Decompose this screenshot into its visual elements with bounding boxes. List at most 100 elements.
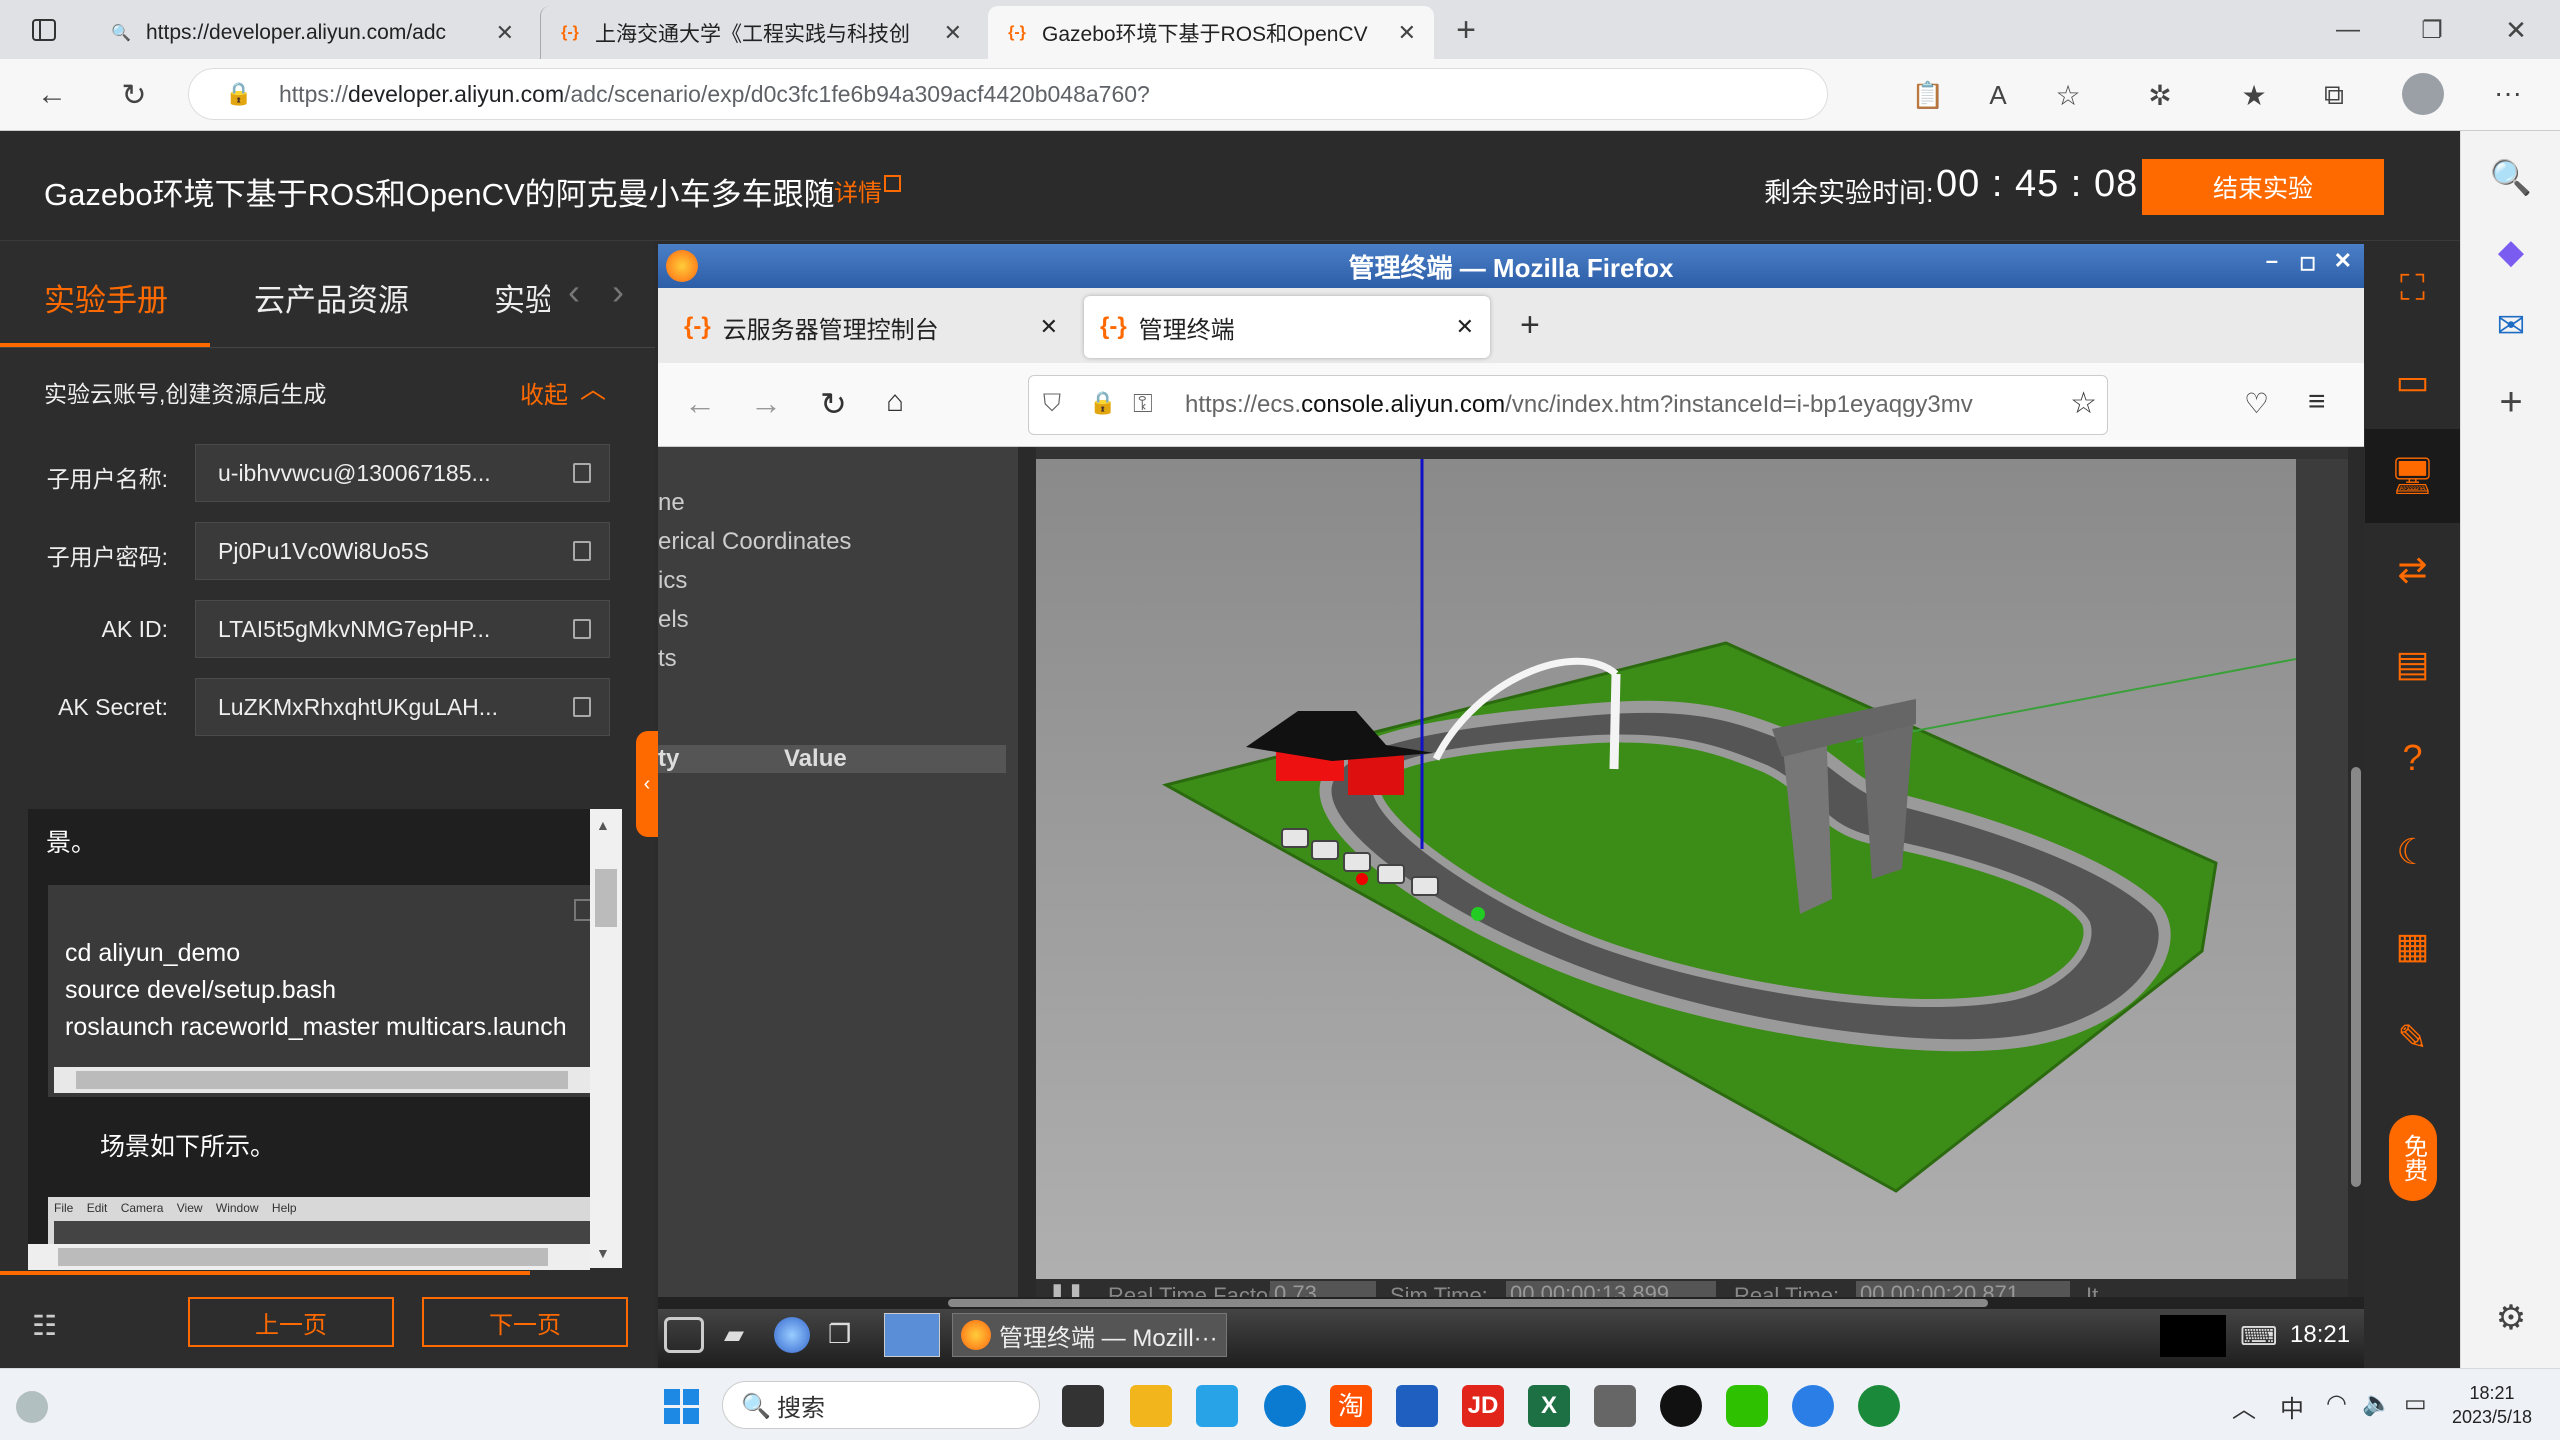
restore-window-icon[interactable]: ❐ (2408, 6, 2456, 54)
forward-arrow-icon[interactable]: → (750, 385, 782, 422)
qr-code-icon[interactable]: ▦ (2365, 899, 2460, 993)
network-icon[interactable] (774, 1317, 810, 1353)
gazebo-3d-viewport[interactable] (1036, 459, 2348, 1291)
tree-item[interactable]: ics (658, 567, 687, 595)
tree-item[interactable]: els (658, 606, 689, 634)
minimize-window-icon[interactable]: — (2324, 6, 2372, 54)
tree-item[interactable]: ne (658, 489, 685, 517)
excel-icon[interactable]: X (1528, 1385, 1570, 1427)
next-page-button[interactable]: 下一页 (422, 1297, 628, 1347)
tabs-prev-icon[interactable]: ‹ (568, 271, 580, 313)
home-icon[interactable]: ⌂ (886, 385, 904, 419)
terminal-launcher-icon[interactable]: ▰ (724, 1319, 744, 1350)
panel-collapse-handle[interactable]: ‹ (636, 731, 658, 837)
taobao-icon[interactable]: 淘 (1330, 1385, 1372, 1427)
details-link[interactable]: 详情 (834, 173, 882, 208)
ms-store-icon[interactable] (1396, 1385, 1438, 1427)
edge-browser-icon[interactable] (1264, 1385, 1306, 1427)
browser-tab-2[interactable]: {-} 上海交通大学《工程实践与科技创 ✕ (540, 6, 980, 59)
ak-secret-field[interactable]: LuZKMxRhxqhtUKguLAH... (195, 678, 610, 736)
tree-item[interactable]: ts (658, 645, 677, 673)
close-tab-icon[interactable]: ✕ (496, 20, 514, 46)
copy-icon[interactable] (573, 619, 591, 639)
jd-icon[interactable]: JD (1462, 1385, 1504, 1427)
tray-expand-icon[interactable]: ︿ (2232, 1389, 2256, 1424)
tree-item[interactable]: erical Coordinates (658, 528, 851, 556)
windows-start-icon[interactable] (664, 1389, 700, 1425)
taskbar-clock[interactable]: 18:21 2023/5/18 (2440, 1381, 2544, 1429)
content-vertical-scrollbar[interactable]: ▲ ▼ (590, 809, 622, 1268)
pocket-icon[interactable]: ♡ (2244, 387, 2269, 420)
collections-icon[interactable]: ⧉ (2310, 71, 2358, 119)
scrollbar-thumb[interactable] (58, 1248, 548, 1266)
tab-lab-manual[interactable]: 实验手册 (44, 275, 168, 320)
close-tab-icon[interactable]: ✕ (1456, 314, 1474, 340)
app-icon[interactable] (1594, 1385, 1636, 1427)
battery-icon[interactable]: ▭ (2404, 1389, 2427, 1418)
profile-avatar[interactable] (2402, 73, 2444, 115)
tab-experiment[interactable]: 实验 (494, 275, 550, 320)
settings-gear-icon[interactable]: ⚙ (2461, 1271, 2560, 1365)
scrollbar-thumb[interactable] (2351, 767, 2361, 1187)
sub-user-name-field[interactable]: u-ibhvvwcu@130067185... (195, 444, 610, 502)
vnc-hscroll[interactable] (658, 1297, 2364, 1309)
feedback-icon[interactable]: ✎ (2365, 991, 2460, 1085)
favorites-icon[interactable]: ★ (2230, 71, 2278, 119)
app-icon[interactable] (1858, 1385, 1900, 1427)
reload-icon[interactable]: ↻ (820, 385, 847, 423)
remote-desktop-icon[interactable]: 🖥 (2365, 429, 2460, 523)
ff-tab-terminal-active[interactable]: {-} 管理终端 ✕ (1084, 296, 1490, 358)
app-icon[interactable] (1792, 1385, 1834, 1427)
end-lab-button[interactable]: 结束实验 (2142, 159, 2384, 215)
extensions-icon[interactable]: ✲ (2136, 71, 2184, 119)
panel-splitter[interactable] (1018, 447, 1036, 1309)
help-icon[interactable]: ? (2365, 711, 2460, 805)
sub-user-password-field[interactable]: Pj0Pu1Vc0Wi8Uo5S (195, 522, 610, 580)
tabs-next-icon[interactable]: › (612, 271, 624, 313)
free-badge[interactable]: 免费 (2389, 1115, 2437, 1201)
wechat-icon[interactable] (1726, 1385, 1768, 1427)
read-aloud-icon[interactable]: A (1974, 71, 2022, 119)
menu-grid-icon[interactable]: ☷ (32, 1309, 57, 1342)
terminal-icon[interactable]: ▭ (2365, 335, 2460, 429)
scroll-up-icon[interactable]: ▲ (596, 817, 610, 833)
copy-icon[interactable] (573, 541, 591, 561)
scrollbar-thumb[interactable] (595, 869, 617, 927)
bookmark-star-icon[interactable]: ☆ (2070, 386, 2097, 421)
firefox-taskbar-icon[interactable] (884, 1313, 940, 1357)
copy-icon[interactable] (574, 899, 590, 921)
tab-actions-icon[interactable] (20, 6, 68, 54)
copy-icon[interactable] (573, 463, 591, 483)
task-view-icon[interactable] (1062, 1385, 1104, 1427)
address-bar[interactable]: 🔒 https://developer.aliyun.com/adc/scena… (188, 68, 1828, 120)
close-window-icon[interactable]: ✕ (2492, 6, 2540, 54)
vnc-screen[interactable]: 管理终端 — Mozilla Firefox – ◻ ✕ {-} 云服务器管理控… (658, 244, 2364, 1368)
taskbar-search-box[interactable]: 🔍 搜索 (722, 1381, 1040, 1429)
hamburger-menu-icon[interactable]: ≡ (2308, 385, 2326, 419)
close-tab-icon[interactable]: ✕ (944, 20, 962, 46)
ff-tab-console[interactable]: {-} 云服务器管理控制台 ✕ (668, 296, 1074, 358)
new-tab-button[interactable]: + (1520, 306, 1540, 345)
switch-screen-icon[interactable]: ⇄ (2365, 523, 2460, 617)
scroll-down-icon[interactable]: ▼ (596, 1245, 610, 1261)
back-arrow-icon[interactable]: ← (684, 385, 716, 422)
browser-tab-1[interactable]: 🔍 https://developer.aliyun.com/adc ✕ (92, 6, 532, 59)
add-favorite-icon[interactable]: ☆ (2044, 71, 2092, 119)
close-tab-icon[interactable]: ✕ (1040, 314, 1058, 340)
dark-mode-icon[interactable]: ☾ (2365, 805, 2460, 899)
taskbar-window-button[interactable]: 管理终端 — Mozill··· (952, 1313, 1227, 1357)
more-menu-icon[interactable]: ··· (2484, 69, 2532, 117)
add-sidebar-app-icon[interactable]: + (2461, 355, 2560, 449)
back-arrow-icon[interactable]: ← (28, 71, 76, 119)
browser-tab-3-active[interactable]: {-} Gazebo环境下基于ROS和OpenCV ✕ (988, 6, 1434, 59)
reload-icon[interactable]: ↻ (110, 71, 158, 119)
prev-page-button[interactable]: 上一页 (188, 1297, 394, 1347)
ff-address-bar[interactable]: ⛉ 🔒 ⚿ https://ecs. console.aliyun.com/vnc… (1028, 375, 2108, 435)
scrollbar-thumb[interactable] (948, 1299, 1988, 1307)
bilibili-icon[interactable] (1196, 1385, 1238, 1427)
maximize-icon[interactable]: ◻ (2299, 250, 2316, 275)
file-explorer-icon[interactable] (1130, 1385, 1172, 1427)
weather-icon[interactable] (16, 1391, 48, 1423)
minimize-icon[interactable]: – (2266, 248, 2278, 274)
collapse-link[interactable]: 收起 (520, 375, 568, 410)
